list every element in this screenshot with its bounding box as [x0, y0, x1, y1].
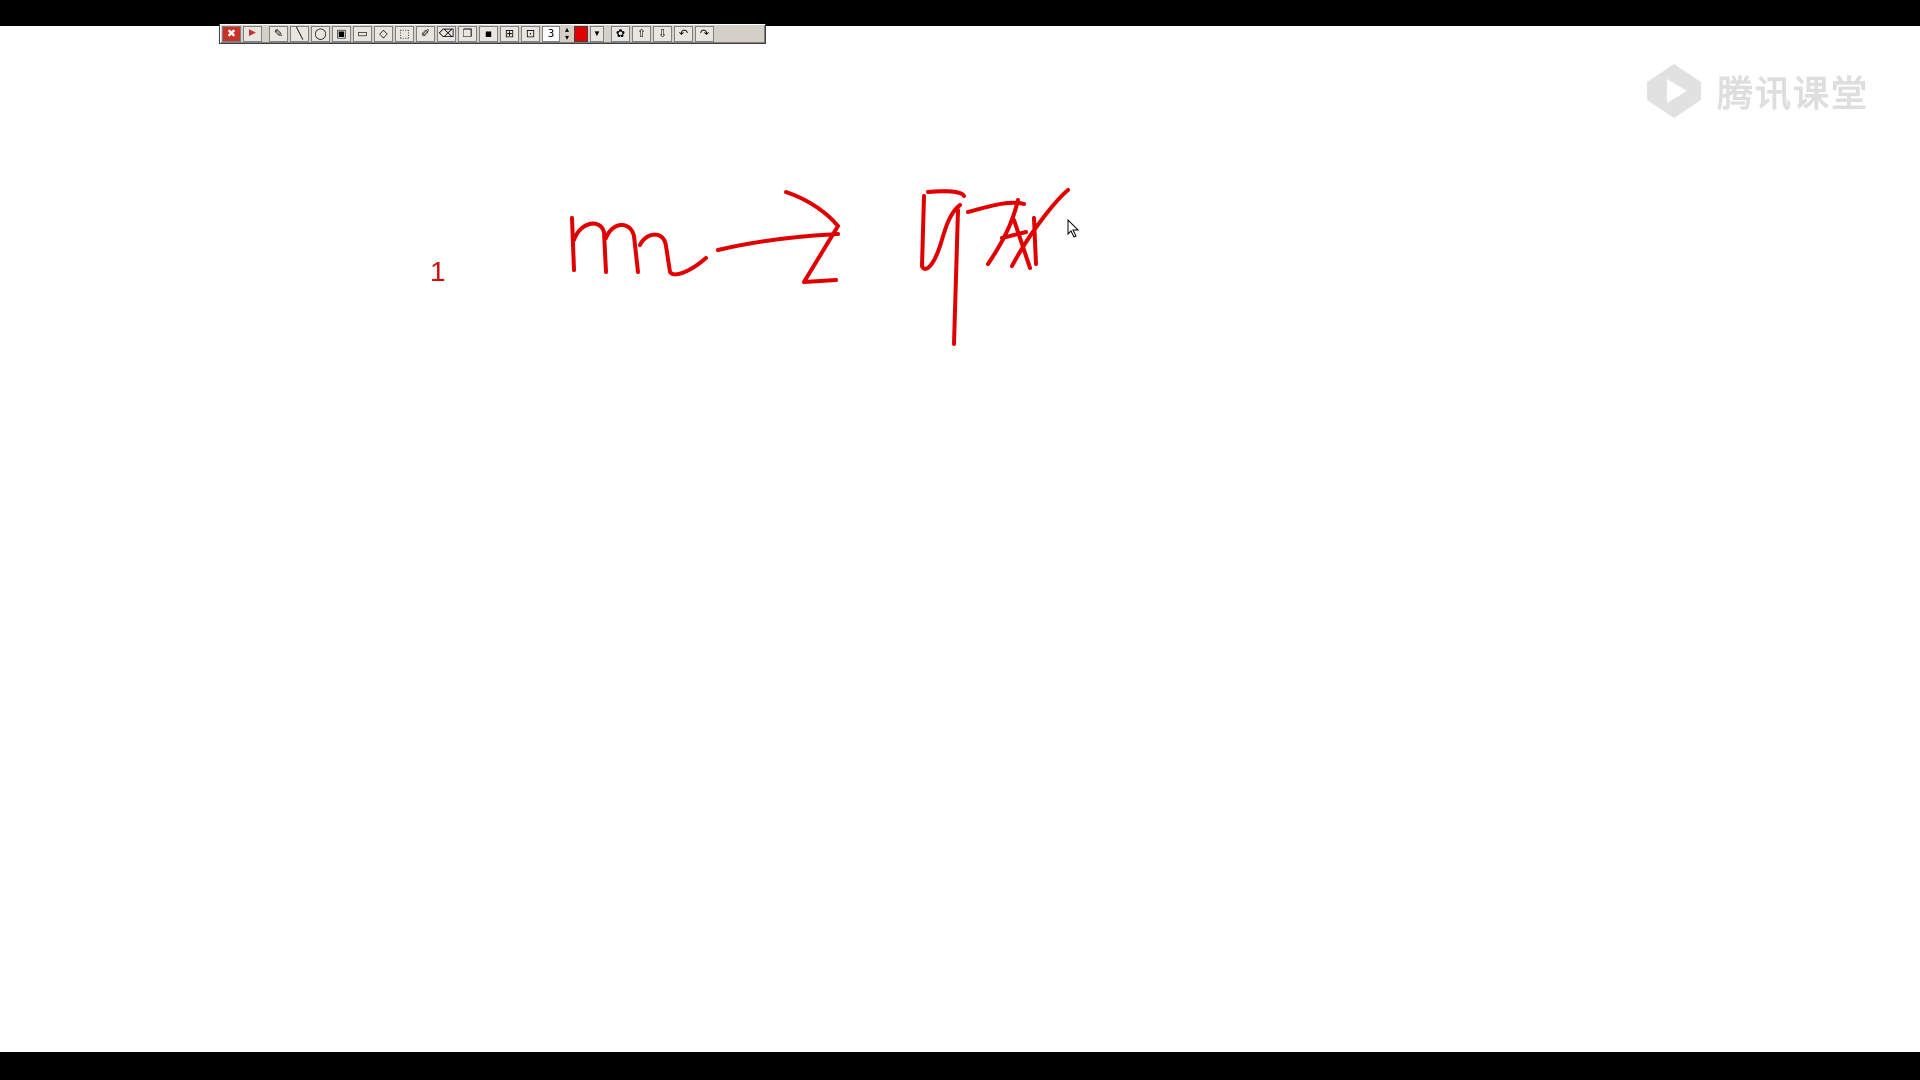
ink-stroke-char-vertical: [952, 208, 960, 346]
ink-stroke-arrow-shaft: [716, 232, 840, 252]
handwriting-ink-layer: [570, 188, 1070, 346]
bottom-black-bar: [0, 1052, 1920, 1080]
mouse-cursor-icon: [1067, 219, 1080, 238]
ink-stroke-char-right: [966, 188, 1070, 270]
ink-stroke-mn: [570, 216, 708, 277]
